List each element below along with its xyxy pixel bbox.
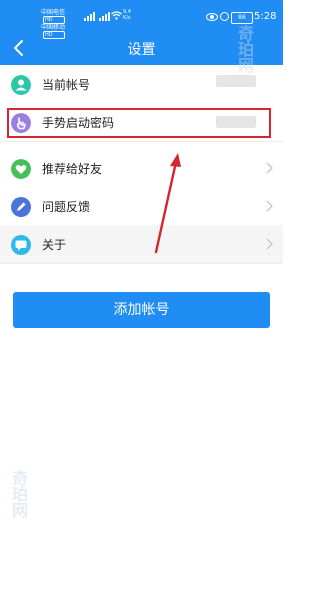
watermark-2: 奇珀网 xyxy=(9,470,28,518)
add-account-button[interactable]: 添加帐号 xyxy=(13,292,270,328)
watermark: 奇珀网 xyxy=(235,25,254,73)
